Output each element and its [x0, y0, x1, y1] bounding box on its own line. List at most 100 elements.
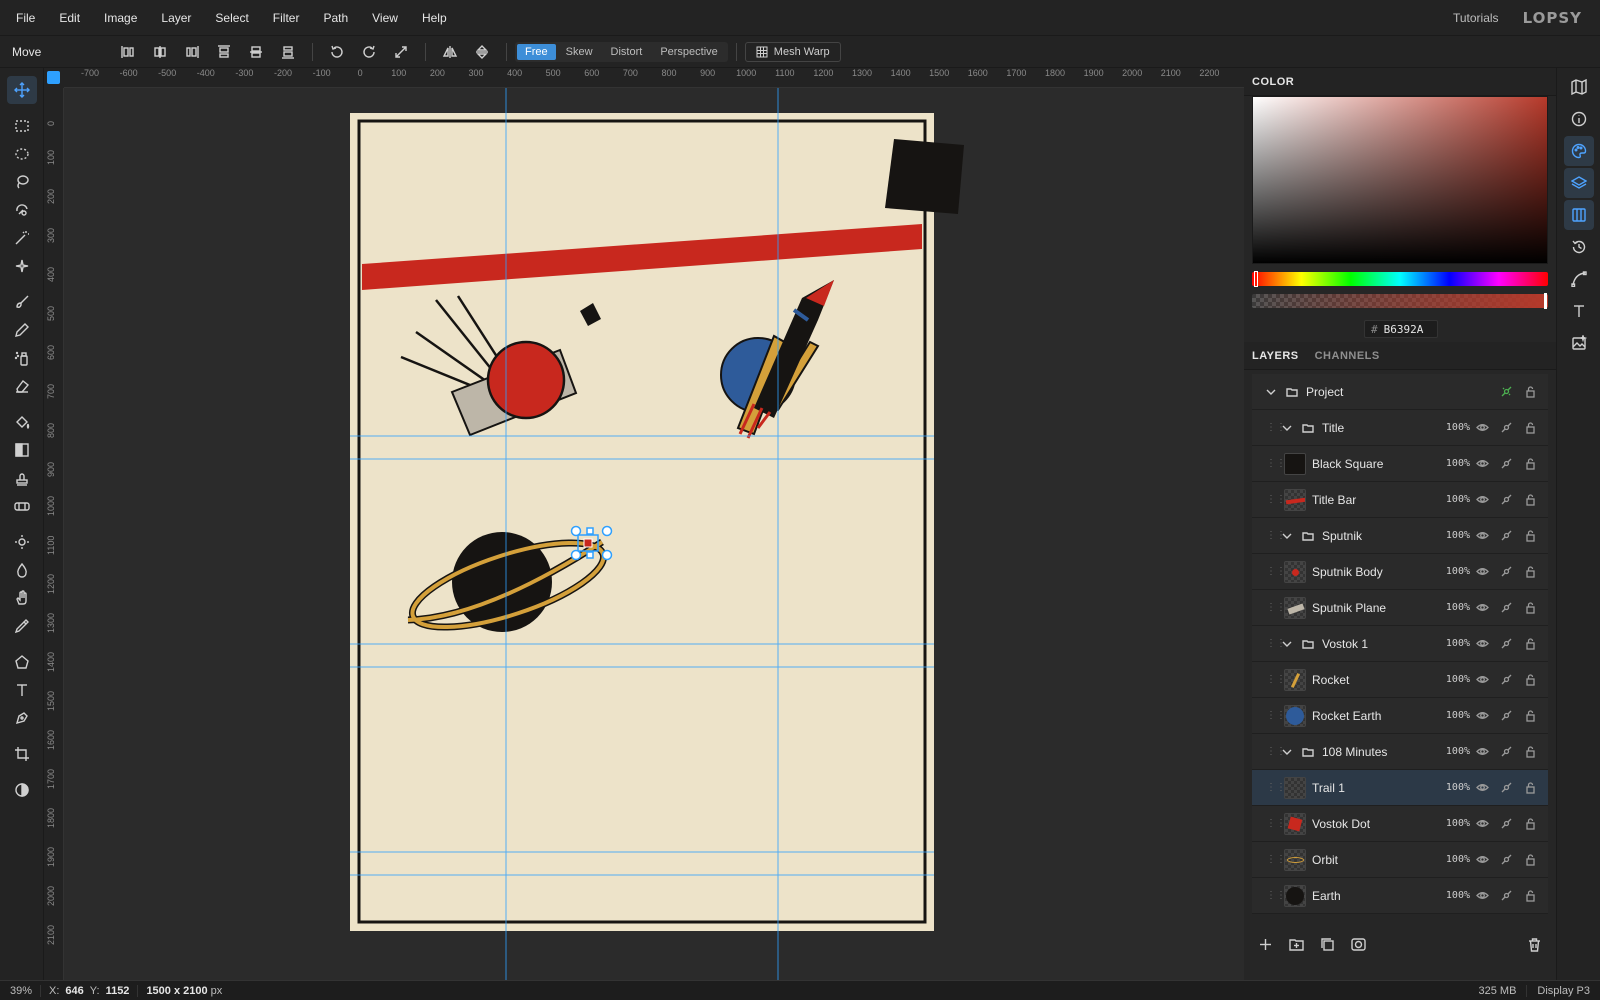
- layer-opacity[interactable]: 100%: [1436, 674, 1470, 685]
- lock-toggle[interactable]: [1518, 493, 1542, 506]
- lock-toggle[interactable]: [1518, 637, 1542, 650]
- layer-opacity[interactable]: 100%: [1436, 638, 1470, 649]
- color-panel-button[interactable]: [1563, 136, 1594, 166]
- alpha-slider[interactable]: [1252, 293, 1548, 309]
- link-toggle[interactable]: [1494, 601, 1518, 614]
- lock-toggle[interactable]: [1518, 709, 1542, 722]
- quick-select-tool[interactable]: [7, 252, 37, 280]
- menu-edit[interactable]: Edit: [47, 11, 92, 25]
- mesh-warp-button[interactable]: Mesh Warp: [744, 41, 841, 62]
- channels-panel-button[interactable]: [1563, 200, 1594, 230]
- gradient-tool[interactable]: [7, 436, 37, 464]
- layer-opacity[interactable]: 100%: [1436, 602, 1470, 613]
- lasso-tool[interactable]: [7, 168, 37, 196]
- drag-handle-icon[interactable]: ⋮⋮: [1266, 566, 1286, 577]
- align-center-h-button[interactable]: [144, 40, 176, 64]
- rotate-cw-button[interactable]: [353, 40, 385, 64]
- layer-opacity[interactable]: 100%: [1436, 422, 1470, 433]
- lock-toggle[interactable]: [1518, 745, 1542, 758]
- alpha-slider-handle[interactable]: [1544, 293, 1547, 309]
- layer-opacity[interactable]: 100%: [1436, 530, 1470, 541]
- visibility-toggle[interactable]: [1470, 709, 1494, 722]
- layer-row[interactable]: ⋮⋮ Sputnik Body 100%: [1252, 554, 1548, 590]
- rect-select-tool[interactable]: [7, 112, 37, 140]
- document-canvas[interactable]: [64, 88, 1244, 980]
- blur-tool[interactable]: [7, 556, 37, 584]
- patch-tool[interactable]: [7, 492, 37, 520]
- link-toggle[interactable]: [1494, 745, 1518, 758]
- layer-group-row[interactable]: ⋮⋮ Title 100%: [1252, 410, 1548, 446]
- layer-row[interactable]: ⋮⋮ Title Bar 100%: [1252, 482, 1548, 518]
- lock-toggle[interactable]: [1518, 817, 1542, 830]
- color-saturation-field[interactable]: [1252, 96, 1548, 264]
- visibility-toggle[interactable]: [1470, 673, 1494, 686]
- layer-row[interactable]: ⋮⋮ Rocket Earth 100%: [1252, 698, 1548, 734]
- tutorials-link[interactable]: Tutorials: [1453, 11, 1499, 25]
- layer-group-row[interactable]: ⋮⋮ Vostok 1 100%: [1252, 626, 1548, 662]
- layer-root-project[interactable]: Project: [1252, 374, 1548, 410]
- lock-toggle[interactable]: [1518, 601, 1542, 614]
- link-toggle[interactable]: [1494, 817, 1518, 830]
- layer-row[interactable]: ⋮⋮ Vostok Dot 100%: [1252, 806, 1548, 842]
- layer-opacity[interactable]: 100%: [1436, 818, 1470, 829]
- drag-handle-icon[interactable]: ⋮⋮: [1266, 602, 1286, 613]
- horizontal-ruler[interactable]: -700 -600 -500 -400 -300 -200 -100 0 100 200 300 40…: [64, 68, 1244, 88]
- canvas-workspace[interactable]: [64, 88, 1244, 980]
- chevron-down-icon[interactable]: [1264, 386, 1278, 398]
- menu-image[interactable]: Image: [92, 11, 149, 25]
- link-toggle[interactable]: [1494, 493, 1518, 506]
- link-toggle[interactable]: [1494, 457, 1518, 470]
- chevron-down-icon[interactable]: [1280, 530, 1294, 542]
- chevron-down-icon[interactable]: [1280, 422, 1294, 434]
- tab-color[interactable]: COLOR: [1244, 68, 1302, 96]
- menu-filter[interactable]: Filter: [261, 11, 312, 25]
- drag-handle-icon[interactable]: ⋮⋮: [1266, 458, 1286, 469]
- layer-row[interactable]: ⋮⋮ Black Square 100%: [1252, 446, 1548, 482]
- ellipse-select-tool[interactable]: [7, 140, 37, 168]
- hue-slider[interactable]: [1252, 271, 1548, 287]
- drag-handle-icon[interactable]: ⋮⋮: [1266, 890, 1286, 901]
- layer-opacity[interactable]: 100%: [1436, 782, 1470, 793]
- new-group-icon[interactable]: [1289, 937, 1304, 952]
- info-button[interactable]: [1564, 104, 1594, 134]
- link-toggle[interactable]: [1494, 781, 1518, 794]
- layer-row[interactable]: ⋮⋮ Orbit 100%: [1252, 842, 1548, 878]
- link-toggle[interactable]: [1494, 889, 1518, 902]
- layer-group-row[interactable]: ⋮⋮ 108 Minutes 100%: [1252, 734, 1548, 770]
- lock-icon[interactable]: [1518, 385, 1542, 398]
- lock-toggle[interactable]: [1518, 421, 1542, 434]
- eraser-tool[interactable]: [7, 372, 37, 400]
- lock-toggle[interactable]: [1518, 853, 1542, 866]
- lock-toggle[interactable]: [1518, 781, 1542, 794]
- rotate-ccw-button[interactable]: [321, 40, 353, 64]
- drag-handle-icon[interactable]: ⋮⋮: [1266, 746, 1286, 757]
- lock-toggle[interactable]: [1518, 565, 1542, 578]
- zoom-level[interactable]: 39%: [0, 985, 40, 997]
- tab-layers[interactable]: LAYERS: [1244, 342, 1307, 370]
- layer-row[interactable]: ⋮⋮ Rocket 100%: [1252, 662, 1548, 698]
- link-toggle[interactable]: [1494, 529, 1518, 542]
- trash-icon[interactable]: [1527, 937, 1542, 952]
- drag-handle-icon[interactable]: ⋮⋮: [1266, 530, 1286, 541]
- drag-handle-icon[interactable]: ⋮⋮: [1266, 494, 1286, 505]
- visibility-toggle[interactable]: [1470, 889, 1494, 902]
- mode-free[interactable]: Free: [517, 43, 556, 60]
- menu-path[interactable]: Path: [311, 11, 360, 25]
- fill-tool[interactable]: [7, 408, 37, 436]
- drag-handle-icon[interactable]: ⋮⋮: [1266, 422, 1286, 433]
- ruler-corner[interactable]: [44, 68, 64, 88]
- align-top-button[interactable]: [208, 40, 240, 64]
- layer-opacity[interactable]: 100%: [1436, 746, 1470, 757]
- add-icon[interactable]: [1258, 937, 1273, 952]
- menu-select[interactable]: Select: [203, 11, 260, 25]
- align-left-button[interactable]: [112, 40, 144, 64]
- visibility-toggle[interactable]: [1470, 421, 1494, 434]
- dodge-tool[interactable]: [7, 528, 37, 556]
- lock-toggle[interactable]: [1518, 889, 1542, 902]
- visibility-toggle[interactable]: [1470, 601, 1494, 614]
- layer-group-row[interactable]: ⋮⋮ Sputnik 100%: [1252, 518, 1548, 554]
- lock-toggle[interactable]: [1518, 673, 1542, 686]
- layer-opacity[interactable]: 100%: [1436, 854, 1470, 865]
- mode-perspective[interactable]: Perspective: [652, 44, 725, 60]
- flip-horizontal-button[interactable]: [434, 40, 466, 64]
